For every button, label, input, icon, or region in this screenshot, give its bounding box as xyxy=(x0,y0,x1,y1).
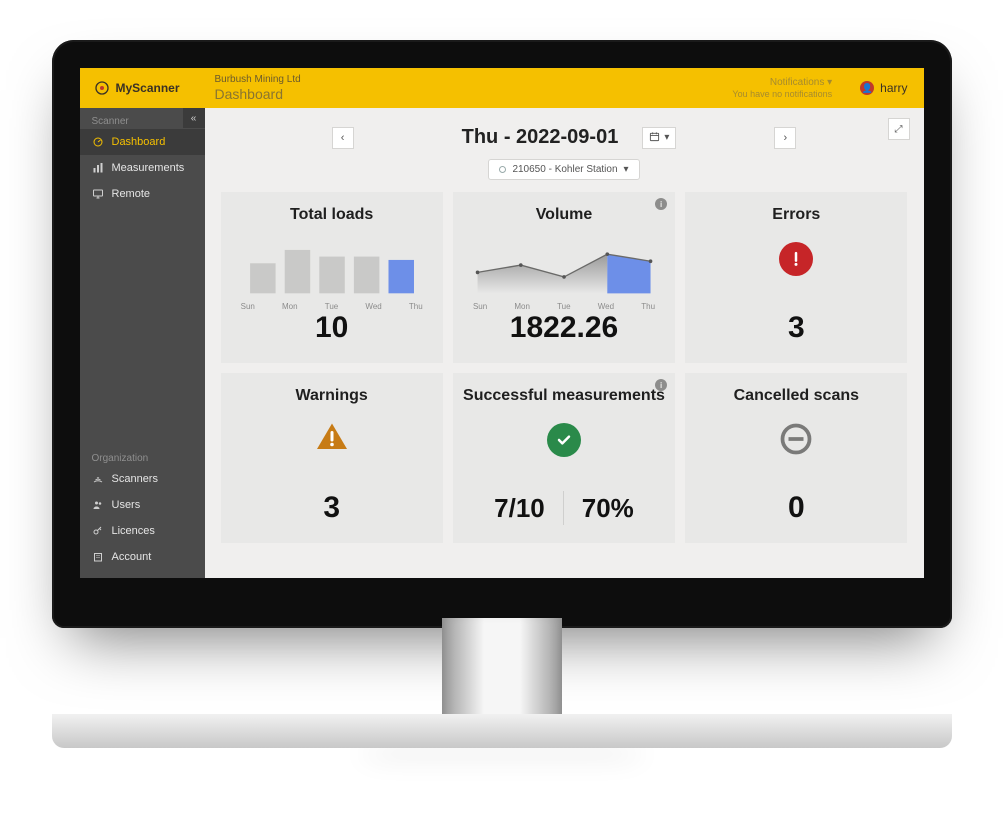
date-title: Thu - 2022-09-01 xyxy=(452,126,629,149)
sidebar-item-label: Measurements xyxy=(112,162,185,174)
topbar: MyScanner Burbush Mining Ltd Dashboard N… xyxy=(80,68,924,108)
warning-icon xyxy=(313,419,351,460)
monitor-chin xyxy=(52,714,952,748)
signal-icon xyxy=(92,473,104,485)
expand-icon: ⤢ xyxy=(895,124,903,135)
card-value: 1822.26 xyxy=(510,311,618,345)
card-value: 3 xyxy=(788,311,805,345)
dashboard-cards: Total loads SunMonTueWedThu 10 i Volume … xyxy=(221,192,908,543)
fullscreen-button[interactable]: ⤢ xyxy=(888,118,910,140)
main-content: ⤢ ‹ Thu - 2022-09-01 ▾ › xyxy=(205,108,924,578)
card-title: Successful measurements xyxy=(463,387,665,405)
sidebar-section-organization: Organization xyxy=(80,445,205,466)
total-loads-bar-chart xyxy=(241,234,423,298)
monitor-icon xyxy=(92,188,104,200)
card-volume[interactable]: i Volume SunMonTueWedThu 1822.26 xyxy=(453,192,675,363)
calendar-icon xyxy=(649,131,660,145)
chart-bars-icon xyxy=(92,162,104,174)
breadcrumb-page: Dashboard xyxy=(215,86,301,103)
info-icon[interactable]: i xyxy=(655,379,667,391)
building-icon xyxy=(92,551,104,563)
chevron-right-icon: › xyxy=(784,132,788,144)
success-percentage: 70% xyxy=(582,493,634,524)
chevron-left-icon: ‹ xyxy=(341,132,345,144)
sidebar-item-measurements[interactable]: Measurements xyxy=(80,155,205,181)
monitor-bezel: MyScanner Burbush Mining Ltd Dashboard N… xyxy=(52,40,952,628)
station-status-dot-icon xyxy=(499,166,506,173)
sidebar-item-label: Scanners xyxy=(112,473,158,485)
sidebar-item-account[interactable]: Account xyxy=(80,544,205,570)
chart-day-labels: SunMonTueWedThu xyxy=(241,302,423,311)
sidebar-item-label: Dashboard xyxy=(112,136,166,148)
sidebar-item-scanners[interactable]: Scanners xyxy=(80,466,205,492)
brand-logo-icon xyxy=(94,80,110,96)
card-title: Total loads xyxy=(290,206,373,224)
notifications-title: Notifications xyxy=(770,77,824,88)
sidebar-collapse-button[interactable]: « xyxy=(183,108,205,128)
user-avatar-icon: 👤 xyxy=(860,81,874,95)
card-title: Warnings xyxy=(296,387,368,405)
success-ratio: 7/10 xyxy=(494,493,545,524)
cancelled-icon xyxy=(778,421,814,462)
prev-day-button[interactable]: ‹ xyxy=(332,127,354,149)
card-value: 10 xyxy=(315,311,348,345)
volume-area-chart xyxy=(473,234,655,298)
card-warnings[interactable]: Warnings 3 xyxy=(221,373,443,543)
users-icon xyxy=(92,499,104,511)
card-total-loads[interactable]: Total loads SunMonTueWedThu 10 xyxy=(221,192,443,363)
card-value: 0 xyxy=(788,491,805,525)
card-title: Errors xyxy=(772,206,820,224)
sidebar-item-label: Remote xyxy=(112,188,151,200)
date-navigator: ‹ Thu - 2022-09-01 ▾ › xyxy=(221,126,908,149)
checkmark-icon xyxy=(547,423,581,457)
card-value: 3 xyxy=(323,491,340,525)
screen: MyScanner Burbush Mining Ltd Dashboard N… xyxy=(80,68,924,578)
chevron-double-left-icon: « xyxy=(191,113,197,124)
monitor-frame: MyScanner Burbush Mining Ltd Dashboard N… xyxy=(52,40,952,748)
notifications[interactable]: Notifications ▾ You have no notification… xyxy=(732,76,844,101)
sidebar-item-label: Account xyxy=(112,551,152,563)
breadcrumb-org: Burbush Mining Ltd xyxy=(215,74,301,86)
card-errors[interactable]: Errors 3 xyxy=(685,192,907,363)
sidebar: « Scanner Dashboard Measurements xyxy=(80,108,205,578)
error-icon xyxy=(779,242,813,276)
calendar-picker-button[interactable]: ▾ xyxy=(642,127,676,149)
sidebar-item-remote[interactable]: Remote xyxy=(80,181,205,207)
divider xyxy=(563,491,564,525)
brand[interactable]: MyScanner xyxy=(80,80,205,96)
user-name: harry xyxy=(880,81,907,95)
key-icon xyxy=(92,525,104,537)
sidebar-item-users[interactable]: Users xyxy=(80,492,205,518)
brand-name: MyScanner xyxy=(116,81,180,95)
chevron-down-icon: ▾ xyxy=(827,77,832,88)
station-selector[interactable]: 210650 - Kohler Station ▾ xyxy=(488,159,639,180)
station-label: 210650 - Kohler Station xyxy=(512,164,617,175)
card-cancelled-scans[interactable]: Cancelled scans 0 xyxy=(685,373,907,543)
sidebar-item-label: Users xyxy=(112,499,141,511)
card-title: Volume xyxy=(536,206,593,224)
sidebar-item-label: Licences xyxy=(112,525,155,537)
sidebar-item-dashboard[interactable]: Dashboard xyxy=(80,129,205,155)
dashboard-icon xyxy=(92,136,104,148)
info-icon[interactable]: i xyxy=(655,198,667,210)
next-day-button[interactable]: › xyxy=(774,127,796,149)
card-successful-measurements[interactable]: i Successful measurements 7/10 70% xyxy=(453,373,675,543)
chevron-down-icon: ▾ xyxy=(664,132,669,143)
breadcrumb: Burbush Mining Ltd Dashboard xyxy=(205,70,311,107)
user-menu[interactable]: 👤 harry xyxy=(844,81,923,95)
chart-day-labels: SunMonTueWedThu xyxy=(473,302,655,311)
card-title: Cancelled scans xyxy=(734,387,859,405)
sidebar-item-licences[interactable]: Licences xyxy=(80,518,205,544)
notifications-msg: You have no notifications xyxy=(732,89,832,101)
chevron-down-icon: ▾ xyxy=(624,164,629,175)
